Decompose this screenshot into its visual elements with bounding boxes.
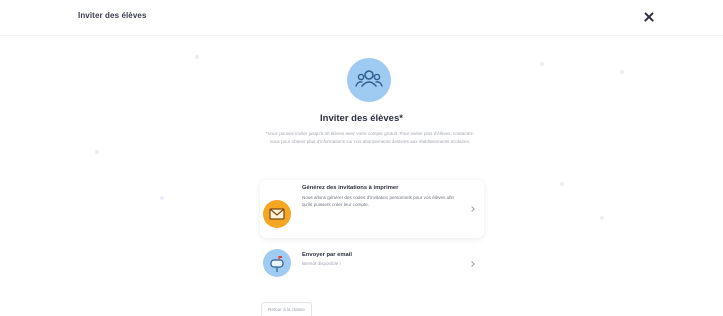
page-title: Inviter des élèves* [320, 113, 403, 124]
email-invitations-option[interactable]: Envoyer par email Bientôt disponible ! [260, 244, 484, 282]
option-title: Envoyer par email [302, 252, 352, 258]
background-dot [195, 55, 199, 59]
modal-header: Inviter des élèves [0, 0, 723, 36]
header-title: Inviter des élèves [78, 11, 147, 20]
chevron-right-icon [469, 260, 477, 268]
back-to-class-button[interactable]: Retour à la classe [261, 302, 312, 316]
background-dot [160, 196, 164, 200]
hero-icon-circle [347, 58, 391, 102]
background-dot [540, 62, 544, 66]
background-dot [95, 150, 99, 154]
people-icon [355, 70, 383, 87]
mailbox-icon [263, 249, 291, 277]
print-invitations-option[interactable]: Générez des invitations à imprimer Nous … [260, 180, 484, 238]
background-dot [560, 182, 564, 186]
option-subtitle: Bientôt disponible ! [302, 261, 341, 266]
background-dot [600, 216, 604, 220]
option-title: Générez des invitations à imprimer [302, 185, 399, 191]
background-dot [620, 70, 624, 74]
envelope-print-icon [263, 200, 291, 228]
page-description: *Vous pouvez inviter jusqu'à 40 élèves a… [265, 131, 475, 144]
option-description: Nous allons générer des codes d'invitati… [302, 195, 455, 208]
chevron-right-icon [469, 205, 477, 213]
close-icon[interactable] [640, 8, 658, 26]
